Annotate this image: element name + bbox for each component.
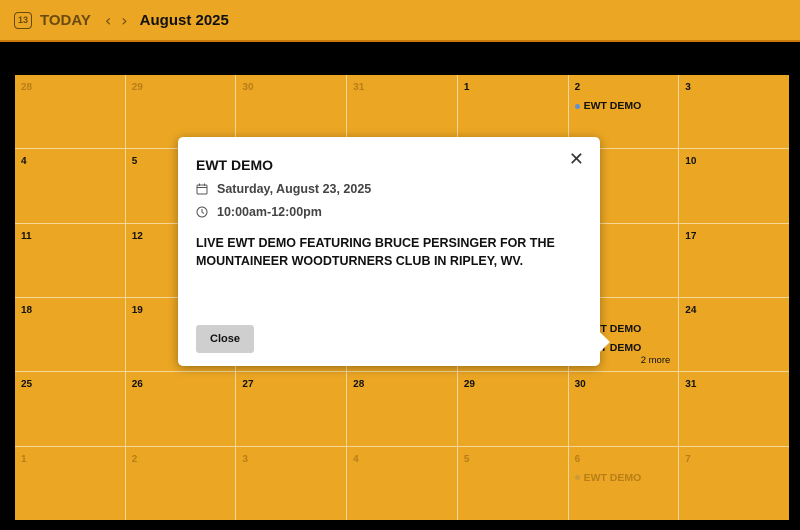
event-label: EWT DEMO [583,100,642,112]
day-cell[interactable]: 17 [679,223,789,297]
day-cell[interactable]: 1 [15,446,125,520]
calendar-icon[interactable]: 13 [14,11,32,29]
calendar-icon [196,183,210,195]
day-cell[interactable]: 25 [15,372,125,446]
event-dot-icon [574,103,580,109]
day-number: 2 [131,453,138,465]
day-number: 27 [242,379,254,391]
day-number: 1 [463,82,470,93]
day-number: 28 [353,379,365,391]
day-number: 31 [353,82,365,93]
weekday-header [15,44,789,75]
today-button[interactable]: TODAY [40,12,91,29]
clock-icon [196,206,210,218]
day-cell[interactable]: 28 [347,372,457,446]
event-time-row: 10:00am-12:00pm [196,205,582,219]
next-month-button[interactable]: › [121,11,127,30]
close-icon[interactable]: ✕ [569,149,584,170]
event-dot-icon [574,475,580,481]
day-number: 18 [21,305,33,316]
day-number: 7 [685,453,691,465]
event-item[interactable]: EWT DEMO [574,100,673,112]
day-number: 3 [685,82,691,93]
day-cell[interactable]: 7 [679,446,789,520]
event-popup: ✕ EWT DEMO Saturday, August 23, 2025 10:… [178,137,610,366]
day-number: 10 [685,156,697,168]
calendar-toolbar: 13 TODAY ‹ › August 2025 [0,0,800,42]
more-events-link[interactable]: 2 more [641,355,671,366]
day-cell[interactable]: 2 [125,446,236,520]
day-number: 26 [131,379,143,391]
day-number: 2 [574,82,581,93]
day-number: 25 [21,379,33,391]
day-cell[interactable]: 26 [125,372,236,446]
day-cell[interactable]: 24 [679,298,789,372]
day-cell[interactable]: 29 [457,372,568,446]
event-item[interactable]: EWT DEMO [574,471,673,484]
close-button[interactable]: Close [196,325,254,353]
day-number: 29 [131,82,143,93]
day-cell[interactable]: 4 [15,149,125,223]
event-time: 10:00am-12:00pm [217,205,322,219]
day-number: 11 [21,230,32,242]
day-number: 4 [21,156,27,168]
event-label: EWT DEMO [583,471,642,484]
day-number: 31 [685,379,697,391]
day-cell[interactable]: 31 [679,372,789,446]
event-title: EWT DEMO [196,157,273,173]
day-cell[interactable]: 4 [347,446,457,520]
day-cell[interactable]: 27 [236,372,347,446]
day-number: 24 [685,305,697,316]
day-number: 1 [21,453,27,465]
day-cell[interactable]: 3 [236,446,347,520]
day-number: 17 [685,230,697,242]
event-date: Saturday, August 23, 2025 [217,182,372,196]
day-cell[interactable]: 10 [679,149,789,223]
event-description: LIVE EWT DEMO FEATURING BRUCE PERSINGER … [196,236,555,268]
day-number: 4 [353,453,359,465]
day-number: 30 [574,379,586,391]
day-number: 6 [574,453,581,465]
day-number: 3 [242,453,248,465]
day-number: 30 [242,82,254,93]
day-cell[interactable]: 3 [679,75,789,149]
day-number: 29 [463,379,475,391]
day-number: 28 [21,82,33,93]
day-cell[interactable]: 18 [15,298,125,372]
month-title: August 2025 [139,11,229,29]
day-number: 5 [463,453,470,465]
event-date-row: Saturday, August 23, 2025 [196,182,582,196]
day-cell[interactable]: 30 [568,372,679,446]
day-cell[interactable]: 5 [457,446,568,520]
day-cell[interactable]: 11 [15,223,125,297]
prev-month-button[interactable]: ‹ [105,11,111,30]
day-cell[interactable]: 28 [15,75,125,149]
day-cell[interactable]: 6 EWT DEMO [568,446,679,520]
